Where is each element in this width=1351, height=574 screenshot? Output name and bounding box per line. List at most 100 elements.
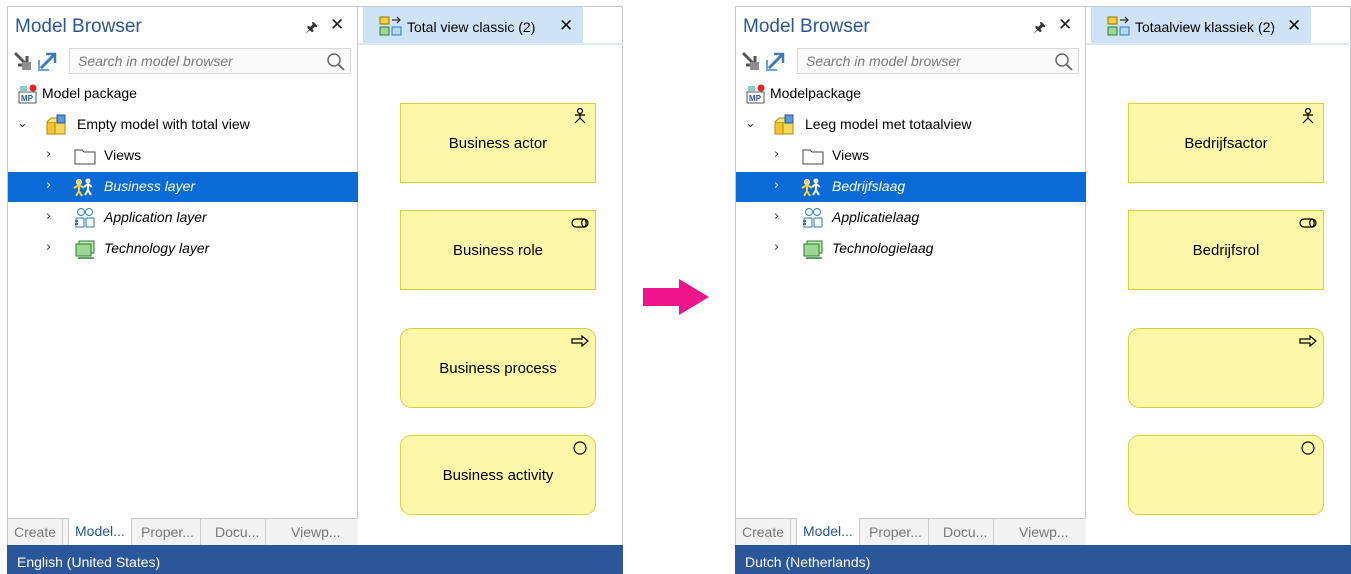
- tab-create[interactable]: Create: [736, 519, 792, 546]
- tree-item-label: Views: [104, 147, 142, 163]
- tab-create[interactable]: Create: [8, 519, 64, 546]
- tree-item-label: Model package: [42, 85, 137, 101]
- chevron-right-icon[interactable]: ›: [46, 147, 51, 162]
- tree-item-application-layer[interactable]: › Application layer: [8, 203, 358, 233]
- panel-title: Model Browser: [15, 16, 142, 37]
- chevron-right-icon[interactable]: ›: [46, 178, 51, 193]
- expand-out-icon[interactable]: [765, 50, 787, 72]
- chevron-right-icon[interactable]: ›: [774, 209, 779, 224]
- panel-tabs: Create Model... Proper... Docu... Viewp.…: [736, 518, 1086, 546]
- actor-icon: [574, 108, 586, 124]
- element-business-actor[interactable]: Business actor: [400, 103, 596, 183]
- element-label: Business actor: [448, 135, 548, 152]
- element-business-activity[interactable]: Business activity: [400, 435, 596, 515]
- role-icon: [1299, 218, 1317, 228]
- element-business-actor[interactable]: Bedrijfsactor: [1128, 103, 1324, 183]
- chevron-right-icon[interactable]: ›: [46, 209, 51, 224]
- chevron-right-icon[interactable]: ›: [774, 240, 779, 255]
- search-input[interactable]: [69, 48, 351, 74]
- tree-item-model[interactable]: ⌄ Empty model with total view: [8, 110, 358, 140]
- tab-divider: [358, 43, 623, 45]
- chevron-right-icon[interactable]: ›: [774, 147, 779, 162]
- element-business-role[interactable]: Business role: [400, 210, 596, 290]
- tab-documentation[interactable]: Docu...: [937, 519, 995, 546]
- chevron-down-icon[interactable]: ⌄: [745, 116, 756, 131]
- search-icon[interactable]: [1054, 52, 1074, 72]
- element-label: Business activity: [442, 467, 554, 484]
- activity-icon: [1301, 441, 1315, 455]
- element-label: Business process: [439, 360, 557, 377]
- status-bar: English (United States): [7, 545, 623, 574]
- screenshot-dutch: Model Browser 🖈︎ ✕ Search in model brows…: [735, 6, 1351, 574]
- model-browser-panel: Model Browser 🖈︎ ✕ Search in model brows…: [8, 7, 358, 546]
- actor-icon: [1302, 108, 1314, 124]
- element-business-activity[interactable]: [1128, 435, 1324, 515]
- chevron-down-icon[interactable]: ⌄: [17, 116, 28, 131]
- folder-icon: [74, 149, 96, 165]
- application-layer-icon: [803, 208, 823, 228]
- document-tab-title: Totaalview klassiek (2): [1135, 19, 1276, 35]
- tab-properties[interactable]: Proper...: [863, 519, 929, 546]
- panel-tabs: Create Model... Proper... Docu... Viewp.…: [8, 518, 358, 546]
- view-icon: [1107, 16, 1130, 36]
- role-icon: [571, 218, 589, 228]
- model-icon: [774, 114, 794, 135]
- collapse-in-icon[interactable]: [12, 50, 34, 72]
- tree-item-label: Views: [832, 147, 870, 163]
- tree-item-model-package[interactable]: MP Model package: [8, 79, 358, 109]
- technology-layer-icon: [803, 240, 823, 259]
- model-package-icon: MP: [746, 84, 765, 104]
- tab-viewpoints[interactable]: Viewp...: [285, 519, 347, 546]
- folder-icon: [802, 149, 824, 165]
- tab-properties[interactable]: Proper...: [135, 519, 201, 546]
- panel-toolbar: [8, 47, 358, 75]
- tree-item-label: Empty model with total view: [77, 116, 250, 132]
- element-business-process[interactable]: [1128, 328, 1324, 408]
- document-tab[interactable]: Total view classic (2) ✕: [363, 7, 583, 43]
- tree-item-label: Modelpackage: [770, 85, 862, 101]
- expand-out-icon[interactable]: [37, 50, 59, 72]
- tab-model[interactable]: Model...: [796, 518, 860, 546]
- model-package-icon: MP: [18, 84, 37, 104]
- tab-viewpoints[interactable]: Viewp...: [1013, 519, 1075, 546]
- document-tab[interactable]: Totaalview klassiek (2) ✕: [1091, 7, 1311, 43]
- close-tab-icon[interactable]: ✕: [559, 16, 573, 36]
- tree-item-technology-layer[interactable]: › Technology layer: [8, 234, 358, 264]
- close-icon[interactable]: ✕: [330, 15, 344, 35]
- close-icon[interactable]: ✕: [1058, 15, 1072, 35]
- collapse-in-icon[interactable]: [740, 50, 762, 72]
- close-tab-icon[interactable]: ✕: [1287, 16, 1301, 36]
- tree-item-business-layer[interactable]: › Business layer: [8, 172, 358, 202]
- tree-item-label: Applicatielaag: [832, 209, 920, 225]
- element-label: Bedrijfsrol: [1192, 242, 1260, 259]
- tree-item-business-layer[interactable]: › Bedrijfslaag: [736, 172, 1086, 202]
- process-icon: [1299, 334, 1317, 348]
- tab-documentation[interactable]: Docu...: [209, 519, 267, 546]
- panel-header: Model Browser 🖈︎ ✕: [8, 7, 358, 43]
- element-business-role[interactable]: Bedrijfsrol: [1128, 210, 1324, 290]
- tree-item-model-package[interactable]: MP Modelpackage: [736, 79, 1086, 109]
- element-label: Business role: [452, 242, 544, 259]
- model-browser-panel: Model Browser 🖈︎ ✕ Search in model brows…: [736, 7, 1086, 546]
- pin-icon[interactable]: 🖈︎: [1033, 17, 1046, 41]
- tab-divider: [1086, 43, 1351, 45]
- document-tab-title: Total view classic (2): [407, 19, 536, 35]
- screenshot-english: Model Browser 🖈︎ ✕ Search in model brows…: [7, 6, 623, 574]
- tree-item-model[interactable]: ⌄ Leeg model met totaalview: [736, 110, 1086, 140]
- panel-toolbar: [736, 47, 1086, 75]
- tree-item-views[interactable]: › Views: [736, 141, 1086, 171]
- chevron-right-icon[interactable]: ›: [774, 178, 779, 193]
- search-icon[interactable]: [326, 52, 346, 72]
- pin-icon[interactable]: 🖈︎: [305, 17, 318, 41]
- business-layer-icon: [73, 178, 93, 197]
- tree-item-application-layer[interactable]: › Applicatielaag: [736, 203, 1086, 233]
- chevron-right-icon[interactable]: ›: [46, 240, 51, 255]
- tree-item-label: Application layer: [104, 209, 207, 225]
- tree-item-label: Bedrijfslaag: [832, 178, 906, 194]
- svg-text:MP: MP: [749, 94, 762, 103]
- search-input[interactable]: [797, 48, 1079, 74]
- tab-model[interactable]: Model...: [68, 518, 132, 546]
- element-business-process[interactable]: Business process: [400, 328, 596, 408]
- tree-item-technology-layer[interactable]: › Technologielaag: [736, 234, 1086, 264]
- tree-item-views[interactable]: › Views: [8, 141, 358, 171]
